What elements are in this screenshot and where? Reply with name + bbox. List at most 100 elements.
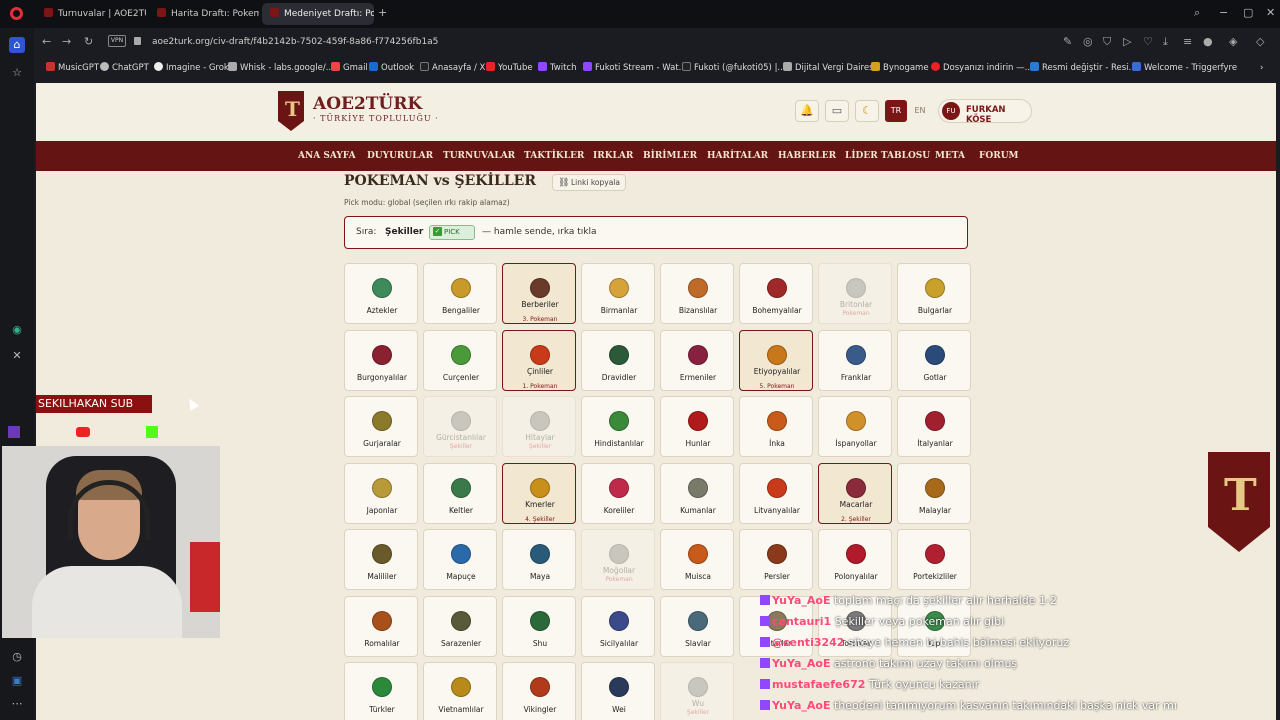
civ-tile[interactable]: Keltler xyxy=(423,462,497,524)
civ-tile[interactable]: Burgonyalılar xyxy=(344,329,418,391)
bookmark-item[interactable]: Outlook xyxy=(369,61,414,75)
minimize-icon[interactable]: − xyxy=(1219,6,1228,19)
lang-tr-button[interactable]: TR xyxy=(885,100,907,122)
camera-icon[interactable]: ◎ xyxy=(1083,35,1093,48)
nav-leaderboard[interactable]: LİDER TABLOSU xyxy=(845,141,930,171)
nav-news[interactable]: HABERLER xyxy=(778,141,836,171)
nav-units[interactable]: BİRİMLER xyxy=(643,141,697,171)
civ-tile[interactable]: Romalılar xyxy=(344,595,418,657)
bell-icon[interactable]: 🔔 xyxy=(795,100,819,122)
copy-link-button[interactable]: ⛓ Linki kopyala xyxy=(552,174,626,191)
search-tabs-icon[interactable]: ⌕ xyxy=(1194,6,1200,20)
edit-icon[interactable]: ✎ xyxy=(1063,35,1072,48)
civ-tile[interactable]: Polonyalılar xyxy=(818,529,892,590)
chatgpt-icon[interactable]: ◉ xyxy=(9,322,25,338)
civ-tile[interactable]: Vietnamlılar xyxy=(423,662,497,720)
civ-tile[interactable]: Bengaliler xyxy=(423,263,497,324)
nav-civs[interactable]: IRKLAR xyxy=(593,141,633,171)
nav-home[interactable]: ANA SAYFA xyxy=(298,141,356,171)
civ-tile[interactable]: Malaylar xyxy=(897,462,971,524)
civ-tile[interactable]: Gotlar xyxy=(897,329,971,391)
civ-tile[interactable]: Mapuçe xyxy=(423,529,497,590)
civ-tile[interactable]: Ermeniler xyxy=(660,329,734,391)
back-icon[interactable]: ← xyxy=(42,35,51,48)
cube-icon[interactable]: ◈ xyxy=(1229,35,1237,48)
civ-tile[interactable]: Birmanlar xyxy=(581,263,655,324)
more-icon[interactable]: ⋯ xyxy=(9,696,25,712)
civ-tile[interactable]: Hunlar xyxy=(660,396,734,457)
close-window-icon[interactable]: ✕ xyxy=(1266,6,1275,19)
history-icon[interactable]: ◷ xyxy=(9,649,25,665)
site-logo-icon[interactable] xyxy=(278,91,304,131)
civ-tile[interactable]: Persler xyxy=(739,529,813,590)
ai-icon[interactable]: ◇ xyxy=(1256,35,1264,48)
civ-tile[interactable]: İnka xyxy=(739,396,813,457)
pinboard-icon[interactable]: ☆ xyxy=(9,65,25,81)
civ-tile[interactable]: Sarazenler xyxy=(423,595,497,657)
civ-tile[interactable]: Bizanslılar xyxy=(660,263,734,324)
new-tab-icon[interactable]: + xyxy=(378,6,387,19)
reload-icon[interactable]: ↻ xyxy=(84,35,93,48)
user-menu[interactable]: FU FURKAN KÖSE xyxy=(938,99,1032,125)
bookmark-item[interactable]: ChatGPT xyxy=(100,61,149,75)
bookmarks-more-icon[interactable]: › xyxy=(1260,61,1263,75)
civ-tile[interactable]: Malililer xyxy=(344,529,418,590)
play-icon[interactable]: ▷ xyxy=(1123,35,1131,48)
civ-tile[interactable]: Muisca xyxy=(660,529,734,590)
bookmark-item[interactable]: Bynogame xyxy=(871,61,929,75)
civ-tile[interactable]: Litvanyalılar xyxy=(739,462,813,524)
civ-tile[interactable]: Franklar xyxy=(818,329,892,391)
nav-maps[interactable]: HARİTALAR xyxy=(707,141,768,171)
tab-tournaments[interactable]: Turnuvalar | AOE2TÜRK xyxy=(36,3,146,25)
bookmark-item[interactable]: Gmail xyxy=(331,61,368,75)
civ-tile[interactable]: Maya xyxy=(502,529,576,590)
civ-tile[interactable]: Bohemyalılar xyxy=(739,263,813,324)
civ-tile[interactable]: Japonlar xyxy=(344,462,418,524)
bookmark-item[interactable]: Welcome - Triggerfyre xyxy=(1132,61,1237,75)
civ-tile[interactable]: Sicilyalılar xyxy=(581,595,655,657)
nav-announcements[interactable]: DUYURULAR xyxy=(367,141,433,171)
bookmark-item[interactable]: Dijital Vergi Dairesi xyxy=(783,61,876,75)
profile-icon[interactable]: ● xyxy=(1203,35,1213,48)
civ-tile[interactable]: Bulgarlar xyxy=(897,263,971,324)
bookmark-item[interactable]: Dosyanızı indirin —... xyxy=(931,61,1033,75)
civ-tile[interactable]: İspanyollar xyxy=(818,396,892,457)
bookmark-item[interactable]: Imagine - Grok xyxy=(154,61,229,75)
civ-tile[interactable]: Gurjaralar xyxy=(344,396,418,457)
bookmark-item[interactable]: Fukoti (@fukoti05) |... xyxy=(682,61,786,75)
civ-tile[interactable]: Koreliler xyxy=(581,462,655,524)
civ-tile[interactable]: Wei xyxy=(581,662,655,720)
home-icon[interactable]: ⌂ xyxy=(9,37,25,53)
bookmark-item[interactable]: MusicGPT xyxy=(46,61,99,75)
menu-icon[interactable]: ≡ xyxy=(1183,35,1192,48)
civ-tile[interactable]: Curçenler xyxy=(423,329,497,391)
bookmark-item[interactable]: Resmi değiştir - Resi... xyxy=(1030,61,1137,75)
nav-tournaments[interactable]: TURNUVALAR xyxy=(443,141,515,171)
civ-tile[interactable]: Aztekler xyxy=(344,263,418,324)
site-title[interactable]: AOE2TÜRK xyxy=(313,94,422,114)
heart-icon[interactable]: ♡ xyxy=(1143,35,1153,48)
forward-icon[interactable]: → xyxy=(62,35,71,48)
tab-civ-draft[interactable]: Medeniyet Draftı: Pokema xyxy=(262,3,374,25)
opera-logo-icon[interactable] xyxy=(10,7,23,20)
civ-tile[interactable]: Slavlar xyxy=(660,595,734,657)
nav-forum[interactable]: FORUM xyxy=(979,141,1019,171)
civ-tile[interactable]: Shu xyxy=(502,595,576,657)
x-icon[interactable]: ✕ xyxy=(9,348,25,364)
bookmark-item[interactable]: Anasayfa / X xyxy=(420,61,485,75)
tab-map-draft[interactable]: Harita Draftı: Pokeman vs xyxy=(149,3,259,25)
window-icon[interactable]: ▭ xyxy=(825,100,849,122)
bookmark-item[interactable]: Twitch xyxy=(538,61,577,75)
civ-tile[interactable]: Portekizliler xyxy=(897,529,971,590)
moon-icon[interactable]: ☾ xyxy=(855,100,879,122)
civ-tile[interactable]: Vikingler xyxy=(502,662,576,720)
extensions-icon[interactable]: ▣ xyxy=(9,673,25,689)
lang-en-button[interactable]: EN xyxy=(909,100,931,122)
civ-tile[interactable]: Dravidler xyxy=(581,329,655,391)
vpn-badge[interactable]: VPN xyxy=(108,35,126,47)
url-input[interactable]: aoe2turk.org/civ-draft/f4b2142b-7502-459… xyxy=(152,31,712,53)
bookmark-item[interactable]: Fukoti Stream - Wat... xyxy=(583,61,687,75)
download-icon[interactable]: ⤓ xyxy=(1163,35,1168,49)
civ-tile[interactable]: Türkler xyxy=(344,662,418,720)
civ-tile[interactable]: Hindistanlılar xyxy=(581,396,655,457)
